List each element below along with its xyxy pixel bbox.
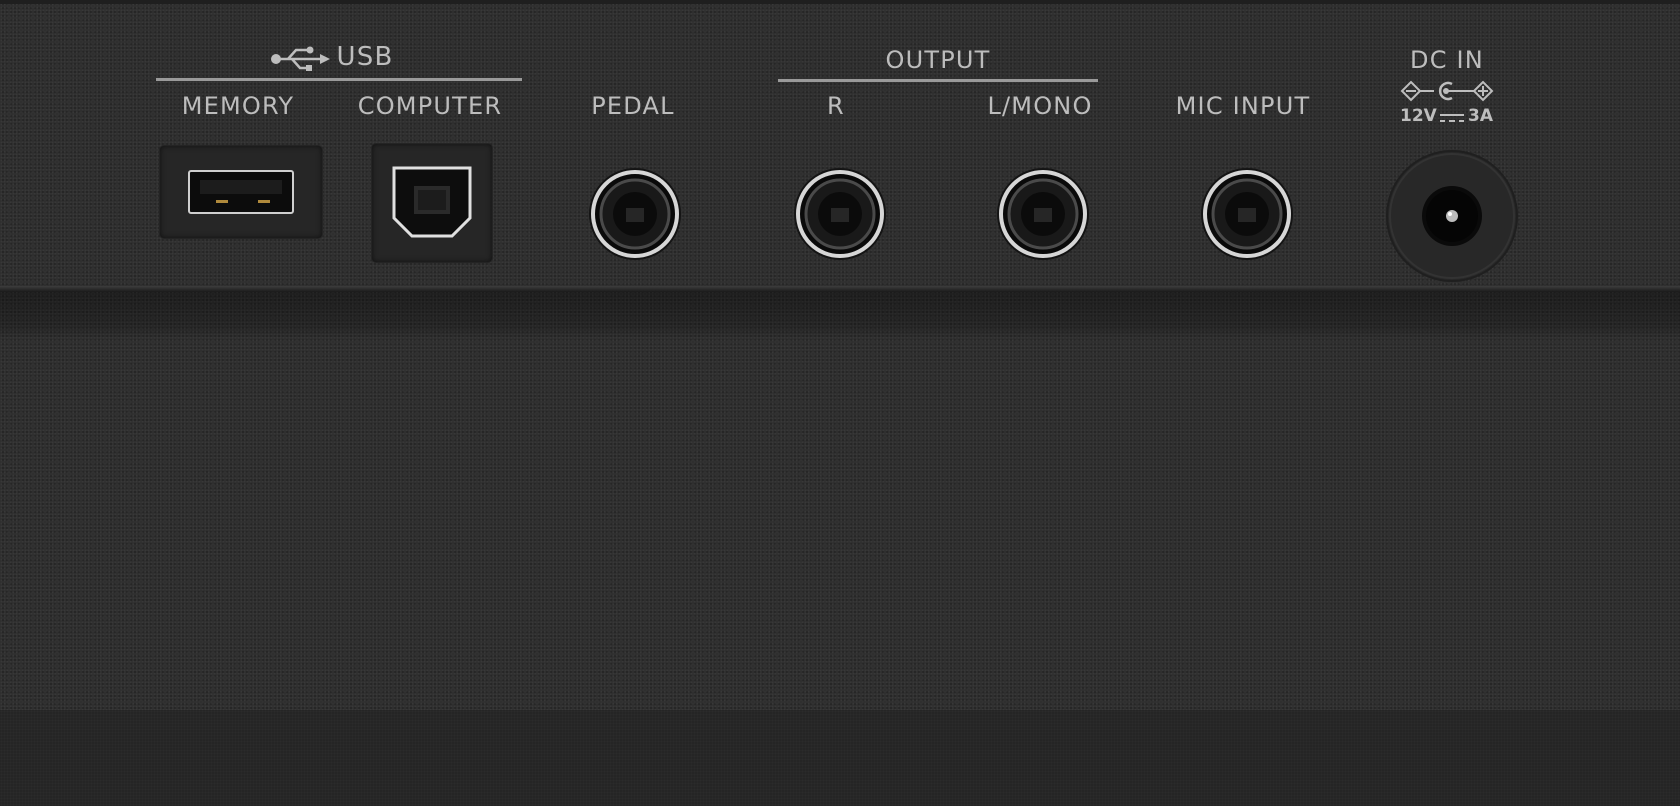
mic-input-jack[interactable] xyxy=(1200,167,1294,261)
top-edge xyxy=(0,0,1680,4)
rear-panel: USB MEMORY COMPUTER PEDAL OUTPUT R L/MON… xyxy=(0,0,1680,806)
dc-in-label: DC IN xyxy=(1410,46,1484,74)
output-r-label: R xyxy=(827,92,845,120)
output-group-line xyxy=(778,79,1098,82)
dc-voltage: 12V xyxy=(1400,106,1437,126)
usb-icon xyxy=(271,46,330,71)
usb-computer-port[interactable] xyxy=(392,166,472,238)
memory-label: MEMORY xyxy=(181,92,295,120)
mic-input-label: MIC INPUT xyxy=(1175,92,1311,120)
computer-label: COMPUTER xyxy=(357,92,503,120)
output-title: OUTPUT xyxy=(885,46,991,74)
pedal-label: PEDAL xyxy=(591,92,675,120)
bottom-edge xyxy=(0,710,1680,806)
output-r-jack[interactable] xyxy=(793,167,887,261)
usb-group-line xyxy=(156,78,522,81)
dc-symbol-icon xyxy=(1440,114,1464,122)
dc-current: 3A xyxy=(1468,106,1493,126)
usb-memory-port-frame xyxy=(160,146,322,238)
pedal-jack[interactable] xyxy=(588,167,682,261)
center-positive-polarity-icon xyxy=(1400,80,1494,102)
dc-in-jack[interactable] xyxy=(1386,150,1518,282)
usb-title: USB xyxy=(336,42,394,72)
usb-memory-port[interactable] xyxy=(188,170,294,214)
ledge-shadow xyxy=(0,292,1680,340)
output-lmono-label: L/MONO xyxy=(987,92,1093,120)
usb-computer-port-frame xyxy=(372,144,492,262)
output-lmono-jack[interactable] xyxy=(996,167,1090,261)
